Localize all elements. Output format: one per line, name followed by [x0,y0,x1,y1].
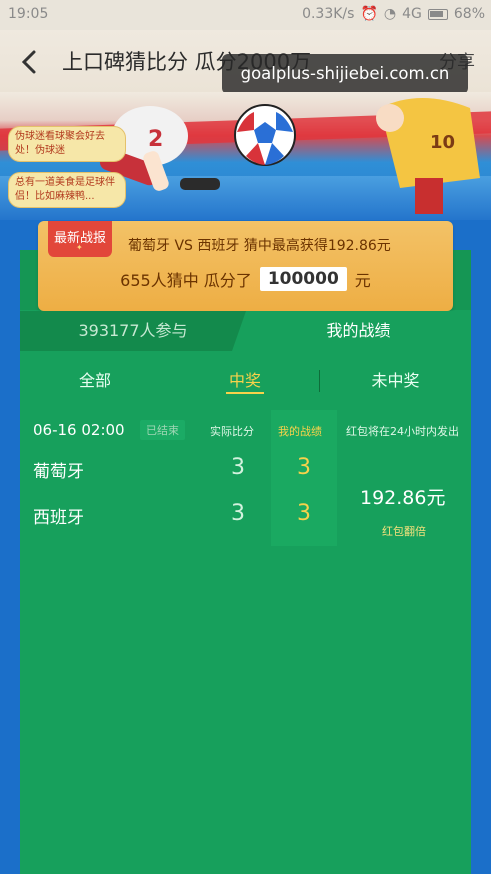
network-type: 4G [402,6,422,22]
title-bar: 上口碑猜比分 瓜分2000万 分享 goalplus-shijiebei.com… [0,30,491,94]
watermark-overlay: goalplus-shijiebei.com.cn [222,54,468,94]
status-time: 19:05 [8,6,49,22]
report-winners: 655人猜中 瓜分了 [120,271,252,290]
filter-won[interactable]: 中奖 [170,362,320,400]
header-actual-score: 实际比分 [210,425,254,438]
predicted-score: 3 [297,455,311,480]
tab-participants[interactable]: 393177人参与 [20,311,246,351]
promo-banner: 2 10 伪球迷看球聚会好去处！伪球迷 总有一道美食是足球伴侣！比如麻辣鸭... [0,92,491,220]
match-status-badge: 已结束 [140,420,185,440]
team-name: 西班牙 [33,508,84,528]
record-tabs: 393177人参与 我的战绩 [20,311,471,351]
network-speed: 0.33K/s [302,6,355,22]
filter-lost[interactable]: 未中奖 [320,362,471,400]
active-filter-underline [226,392,264,394]
match-result-record: 06-16 02:00 已结束 实际比分 我的战绩 红包将在24小时内发出 葡萄… [20,405,471,565]
status-bar: 19:05 0.33K/s ⏰ ◔ 4G 68% [0,0,491,30]
battery-icon [427,8,448,20]
latest-report-badge: 最新战报 [48,221,112,257]
latest-report-card: 最新战报 葡萄牙 VS 西班牙 猜中最高获得192.86元 655人猜中 瓜分了… [38,221,453,311]
svg-text:10: 10 [430,132,455,153]
tab-my-record[interactable]: 我的战绩 [232,311,471,351]
battery-level: 68% [453,6,485,22]
svg-text:2: 2 [148,127,163,152]
header-payout-notice: 红包将在24小时内发出 [346,425,459,438]
chevron-left-icon[interactable] [18,48,42,76]
report-headline: 葡萄牙 VS 西班牙 猜中最高获得192.86元 [128,238,391,254]
wifi-icon: ◔ [383,6,397,22]
actual-score: 3 [231,455,245,480]
alarm-icon: ⏰ [360,6,378,22]
tip-bubble[interactable]: 总有一道美食是足球伴侣！比如麻辣鸭... [8,172,126,208]
prize-pool-value: 100000 [259,267,347,291]
player-illustration-right: 10 [376,98,480,214]
red-packet-amount: 192.86元 [360,487,446,509]
prize-unit: 元 [354,271,371,290]
tip-bubble[interactable]: 伪球迷看球聚会好去处！伪球迷 [8,126,126,162]
result-filter-bar: 全部 中奖 未中奖 [20,362,471,400]
filter-all[interactable]: 全部 [20,362,170,400]
predicted-score: 3 [297,501,311,526]
match-time: 06-16 02:00 [33,421,125,439]
header-my-prediction: 我的战绩 [278,425,322,438]
team-name: 葡萄牙 [33,462,84,482]
football-icon [234,104,296,166]
actual-score: 3 [231,501,245,526]
double-red-packet-link[interactable]: 红包翻倍 [382,523,426,539]
filter-won-label: 中奖 [228,371,261,390]
